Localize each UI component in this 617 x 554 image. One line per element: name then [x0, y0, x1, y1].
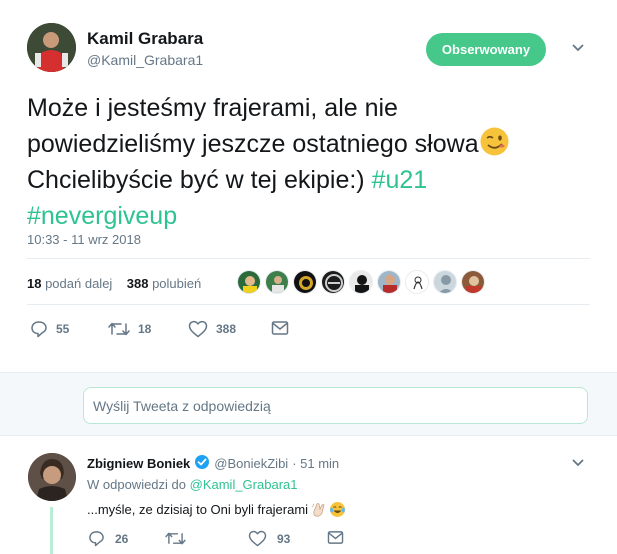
tweet-text-line2: powiedzieliśmy jeszcze ostatniego słowa	[27, 130, 479, 158]
liker-avatar[interactable]	[293, 270, 317, 294]
reply-mention-link[interactable]: @Kamil_Grabara1	[190, 477, 298, 492]
likes-stat[interactable]: 388 polubień	[127, 276, 201, 291]
tears-of-joy-icon	[329, 501, 346, 518]
reply-author-avatar[interactable]	[28, 453, 76, 501]
tweet-stats: 18 podań dalej 388 polubień	[27, 276, 201, 291]
author-avatar[interactable]	[27, 23, 76, 72]
reply-reply-button[interactable]: 26	[88, 530, 128, 547]
tweet-timestamp[interactable]: 10:33 - 11 wrz 2018	[27, 232, 141, 247]
verified-badge-icon	[194, 454, 210, 473]
retweets-stat[interactable]: 18 podań dalej	[27, 276, 112, 291]
reply-tweet[interactable]: Zbigniew Boniek @BoniekZibi · 51 min W o…	[0, 437, 617, 554]
liker-avatar[interactable]	[461, 270, 485, 294]
reply-author-handle[interactable]: @BoniekZibi	[214, 456, 288, 471]
liker-avatar[interactable]	[265, 270, 289, 294]
main-tweet: Kamil Grabara @Kamil_Grabara1 Obserwowan…	[0, 0, 617, 372]
reply-icon	[89, 531, 104, 547]
liker-avatar[interactable]	[349, 270, 373, 294]
reply-text: ...myśle, ze dzisiaj to Oni byli frajera…	[87, 501, 346, 518]
liker-avatar[interactable]	[405, 270, 429, 294]
following-button[interactable]: Obserwowany	[426, 33, 546, 66]
winking-face-icon	[479, 126, 510, 157]
likers-avatars	[237, 270, 489, 294]
liker-avatar[interactable]	[237, 270, 261, 294]
clapping-hands-icon	[310, 501, 327, 518]
liker-avatar[interactable]	[321, 270, 345, 294]
retweet-icon	[108, 322, 130, 336]
liker-avatar[interactable]	[377, 270, 401, 294]
reply-like-button[interactable]: 93	[248, 530, 290, 547]
tweet-text-line1: Może i jesteśmy frajerami, ale nie	[27, 94, 398, 122]
reply-retweet-button[interactable]	[165, 530, 196, 547]
reply-time[interactable]: · 51 min	[292, 456, 339, 471]
chevron-down-icon[interactable]	[570, 455, 586, 476]
retweet-icon	[165, 532, 186, 545]
reply-header: Zbigniew Boniek @BoniekZibi · 51 min	[87, 454, 339, 473]
reply-button[interactable]: 55	[30, 320, 69, 338]
like-button[interactable]: 388	[188, 320, 236, 338]
reply-input[interactable]: Wyślij Tweeta z odpowiedzią	[83, 387, 588, 424]
divider	[27, 304, 590, 305]
reply-author-name[interactable]: Zbigniew Boniek	[87, 456, 190, 471]
direct-message-button[interactable]	[271, 320, 297, 336]
chevron-down-icon[interactable]	[570, 40, 586, 56]
divider	[27, 258, 590, 259]
reply-dm-button[interactable]	[327, 530, 354, 545]
retweet-button[interactable]: 18	[108, 320, 151, 338]
heart-icon	[248, 530, 267, 547]
envelope-icon	[327, 531, 344, 544]
reply-icon	[31, 321, 47, 338]
envelope-icon	[271, 321, 289, 335]
reply-composer: Wyślij Tweeta z odpowiedzią	[0, 372, 617, 436]
liker-avatar[interactable]	[433, 270, 457, 294]
heart-icon	[188, 320, 208, 338]
tweet-text-line3: Chcielibyście być w tej ekipie:)	[27, 166, 372, 194]
author-handle[interactable]: @Kamil_Grabara1	[87, 52, 203, 68]
thread-line	[50, 507, 53, 554]
tweet-text: Może i jesteśmy frajerami, ale nie powie…	[27, 90, 587, 234]
hashtag-u21[interactable]: #u21	[372, 166, 428, 194]
author-name[interactable]: Kamil Grabara	[87, 29, 203, 49]
hashtag-nevergiveup[interactable]: #nevergiveup	[27, 202, 177, 230]
reply-context: W odpowiedzi do @Kamil_Grabara1	[87, 477, 298, 492]
